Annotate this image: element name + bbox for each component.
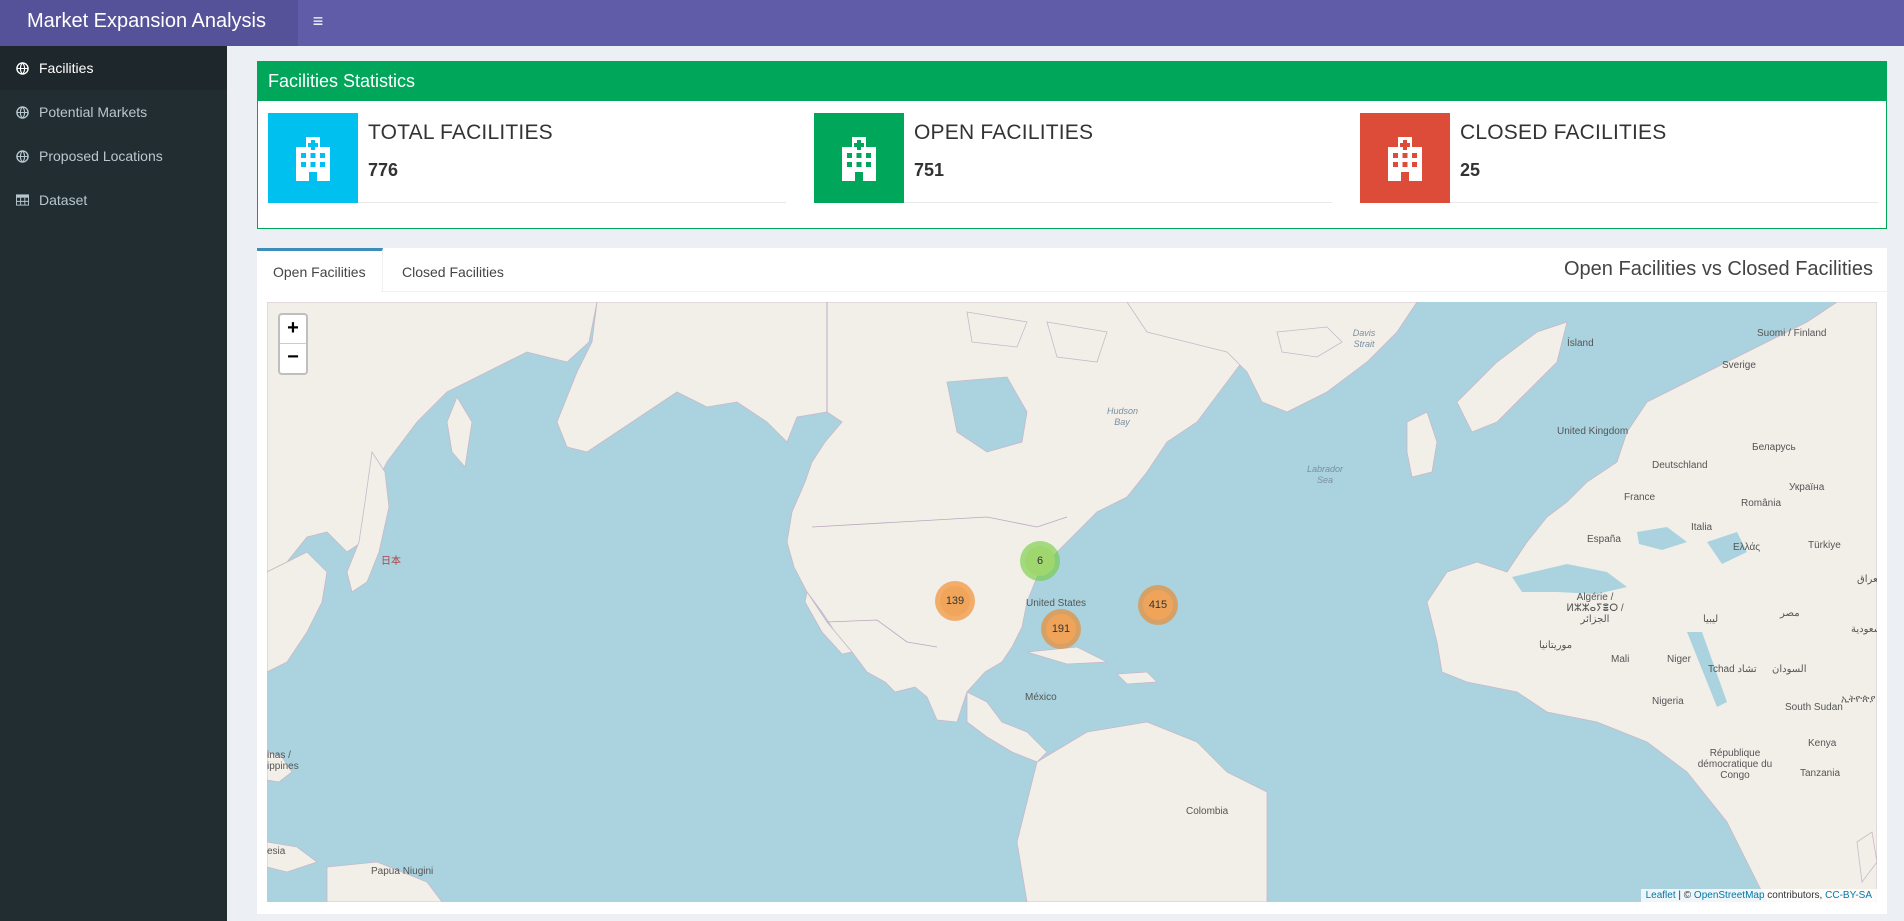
map-label: Tanzania [1800, 768, 1841, 779]
zoom-control: + − [278, 313, 308, 375]
map-label: Algérie / ⵍⵣⵣⴰⵢⴻⵔ / الجزائر [1566, 592, 1624, 625]
leaflet-map[interactable]: + − Suomi / Finland Ísland Sverige Davis… [267, 302, 1877, 902]
map-label: السعودية [1851, 624, 1877, 635]
top-navbar: Market Expansion Analysis ≡ [0, 0, 1904, 46]
sidebar-item-label: Facilities [39, 60, 94, 76]
map-attribution: Leaflet | © OpenStreetMap contributors, … [1640, 889, 1877, 902]
map-label: Nigeria [1652, 696, 1684, 707]
map-label: Deutschland [1652, 460, 1708, 471]
map-label: 日本 [381, 556, 401, 567]
map-label: ليبيا [1703, 614, 1719, 625]
map-label: inas / ippines [267, 750, 299, 772]
openstreetmap-link[interactable]: OpenStreetMap [1694, 890, 1765, 901]
table-icon [15, 193, 29, 207]
map-label: ኢትዮጵያ [1841, 694, 1876, 705]
hospital-icon [268, 113, 358, 203]
app-title[interactable]: Market Expansion Analysis [0, 0, 298, 46]
sidebar-item-proposed-locations[interactable]: Proposed Locations [0, 134, 227, 178]
hospital-icon [814, 113, 904, 203]
map-label: Hudson Bay [1107, 406, 1139, 427]
map-label: Davis Strait [1352, 328, 1376, 349]
card-value: 751 [914, 160, 945, 180]
map-label: South Sudan [1785, 702, 1843, 713]
sidebar-item-label: Potential Markets [39, 104, 148, 120]
leaflet-link[interactable]: Leaflet [1646, 890, 1676, 901]
map-label: United Kingdom [1557, 426, 1629, 437]
sidebar-item-potential-markets[interactable]: Potential Markets [0, 90, 227, 134]
map-label: Ísland [1567, 338, 1594, 349]
card-label: TOTAL FACILITIES [368, 121, 553, 144]
globe-icon [15, 149, 29, 163]
card-value: 25 [1460, 160, 1481, 180]
hospital-icon [1360, 113, 1450, 203]
map-label: مصر [1780, 608, 1800, 619]
map-label: موريتانيا [1539, 640, 1573, 651]
marker-cluster[interactable]: 191 [1041, 609, 1081, 649]
card-value: 776 [368, 160, 399, 180]
sidebar-item-label: Dataset [39, 192, 88, 208]
license-link[interactable]: CC-BY-SA [1825, 890, 1872, 901]
cluster-count: 191 [1046, 614, 1076, 644]
sidebar-item-dataset[interactable]: Dataset [0, 178, 227, 222]
map-label: Niger [1667, 654, 1691, 665]
map-label: République démocratique du Congo [1697, 748, 1773, 781]
hamburger-icon[interactable]: ≡ [298, 0, 338, 46]
map-label: United States [1026, 598, 1087, 609]
cluster-count: 415 [1143, 590, 1173, 620]
map-label: السودان [1772, 664, 1807, 675]
map-label: Italia [1691, 522, 1713, 533]
facilities-statistics-box: Facilities Statistics TOTAL FACILITIES 7… [257, 61, 1887, 229]
map-label: Papua Niugini [371, 866, 434, 877]
box-title: Facilities Statistics [258, 61, 1886, 101]
map-label: Labrador Sea [1306, 464, 1344, 485]
map-label: Беларусь [1752, 442, 1796, 453]
sidebar-item-label: Proposed Locations [39, 148, 163, 164]
map-label: العراق [1857, 574, 1877, 585]
map-label: Україна [1789, 482, 1825, 493]
tab-box-title: Open Facilities vs Closed Facilities [1564, 258, 1873, 280]
closed-facilities-card: CLOSED FACILITIES 25 [1360, 113, 1878, 203]
map-label: România [1741, 498, 1782, 509]
tab-closed-facilities[interactable]: Closed Facilities [386, 248, 520, 292]
marker-cluster[interactable]: 415 [1138, 585, 1178, 625]
map-label: France [1624, 492, 1656, 503]
cluster-count: 6 [1025, 546, 1055, 576]
map-label: esia [267, 846, 286, 857]
open-facilities-card: OPEN FACILITIES 751 [814, 113, 1332, 203]
map-label: España [1587, 534, 1621, 545]
card-label: OPEN FACILITIES [914, 121, 1094, 144]
map-label: Colombia [1186, 806, 1229, 817]
sidebar: Facilities Potential Markets Proposed Lo… [0, 46, 227, 921]
total-facilities-card: TOTAL FACILITIES 776 [268, 113, 786, 203]
attribution-contributors: contributors, [1764, 890, 1826, 901]
map-label: Ελλάς [1733, 542, 1761, 553]
map-label: Suomi / Finland [1757, 328, 1827, 339]
cluster-count: 139 [940, 586, 970, 616]
globe-icon [15, 105, 29, 119]
zoom-out-button[interactable]: − [280, 344, 306, 373]
attribution-separator: | © [1675, 890, 1694, 901]
map-label: México [1025, 692, 1057, 703]
map-label: Tchad تشاد [1708, 664, 1757, 675]
tab-open-facilities[interactable]: Open Facilities [257, 248, 383, 292]
zoom-in-button[interactable]: + [280, 315, 306, 344]
card-label: CLOSED FACILITIES [1460, 121, 1667, 144]
map-label: Sverige [1722, 360, 1756, 371]
map-label: Kenya [1808, 738, 1837, 749]
map-label: Mali [1611, 654, 1630, 665]
marker-cluster[interactable]: 6 [1020, 541, 1060, 581]
sidebar-item-facilities[interactable]: Facilities [0, 46, 227, 90]
tab-divider [381, 291, 1887, 292]
globe-icon [15, 61, 29, 75]
map-label: Türkiye [1808, 540, 1841, 551]
marker-cluster[interactable]: 139 [935, 581, 975, 621]
